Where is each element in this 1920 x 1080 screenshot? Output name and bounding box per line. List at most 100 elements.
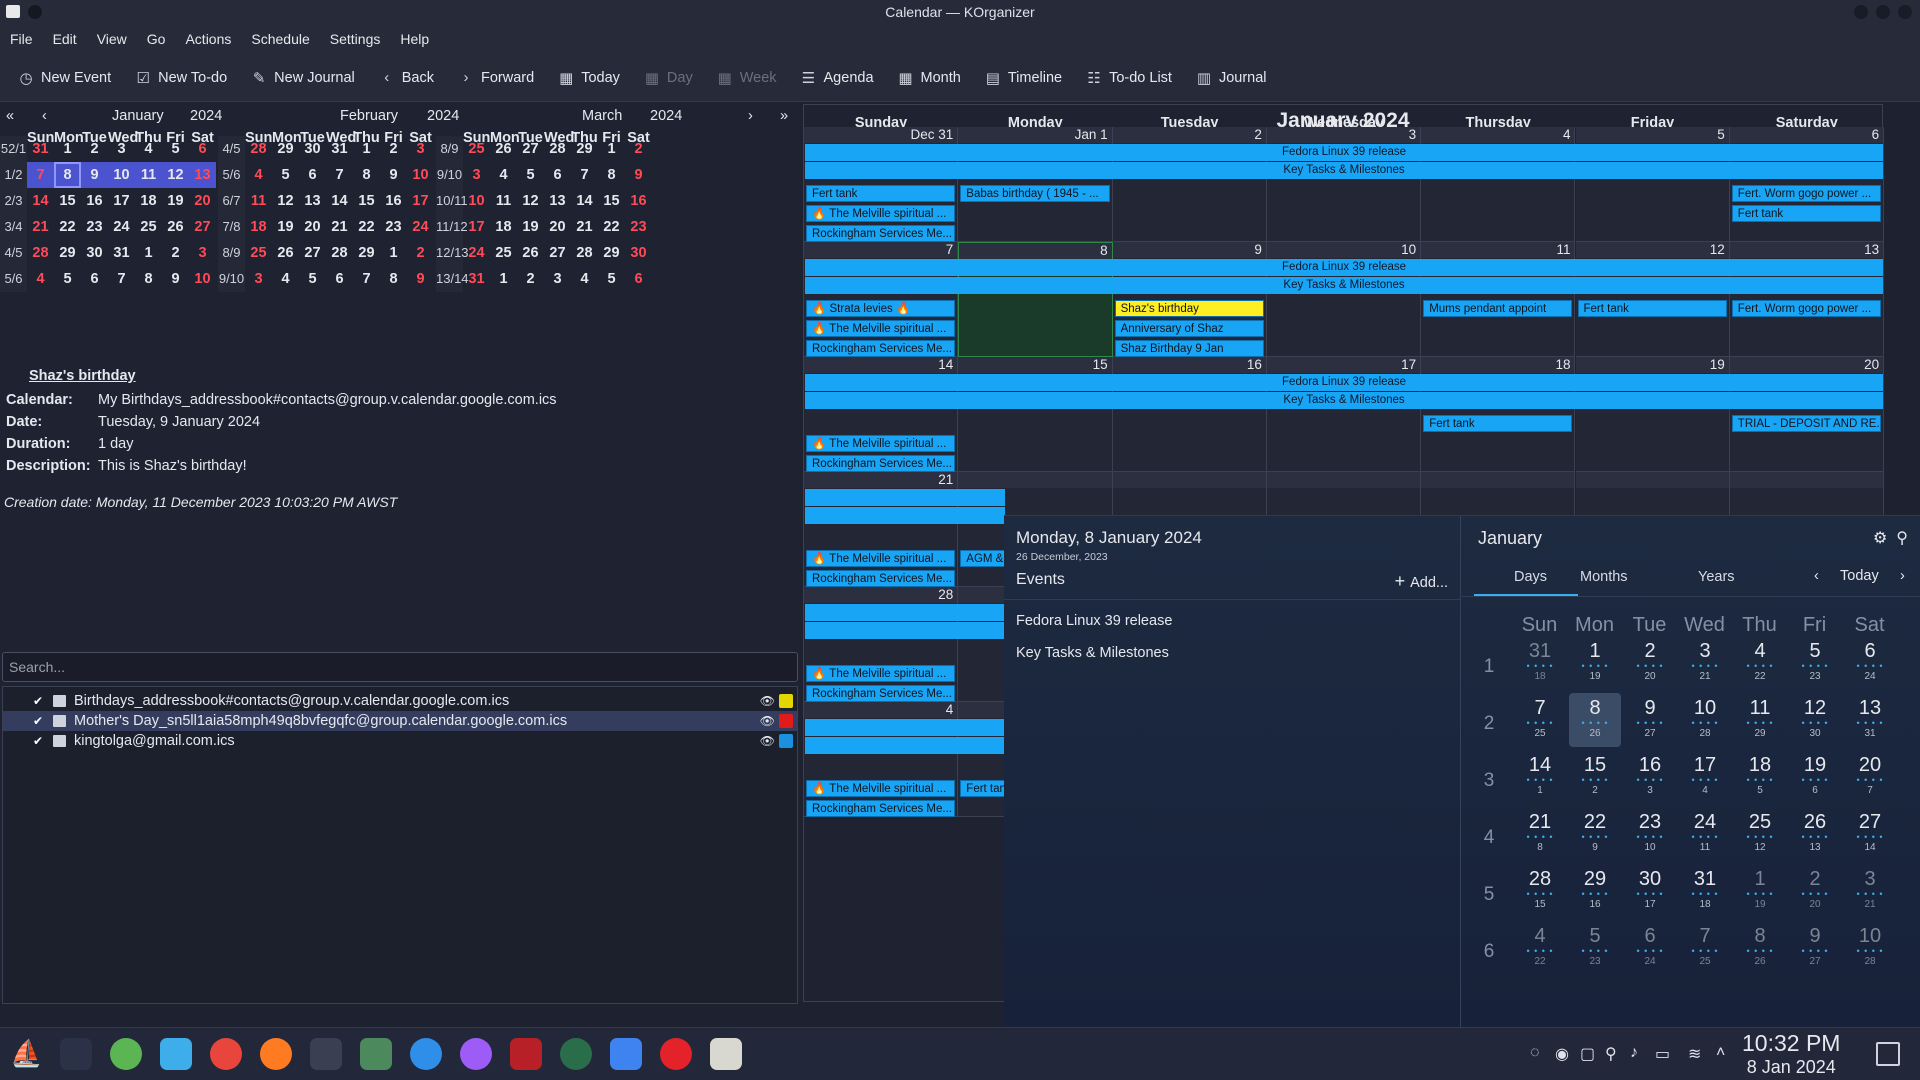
menu-actions[interactable]: Actions: [185, 31, 231, 47]
mini-day[interactable]: 20: [189, 188, 216, 214]
all-day-event-bar[interactable]: Fedora Linux 39 release: [805, 259, 1884, 276]
mini-day[interactable]: 29: [571, 136, 598, 162]
popup-day[interactable]: 24 • • • • 11: [1679, 807, 1731, 861]
check-icon[interactable]: ✔: [33, 695, 45, 707]
popup-day[interactable]: 10 • • • • 28: [1844, 921, 1896, 975]
mini-day[interactable]: 13: [299, 188, 326, 214]
window-menu-button[interactable]: [28, 5, 42, 19]
chevron-left-icon[interactable]: ‹: [1814, 568, 1819, 584]
mini-day[interactable]: 19: [162, 188, 189, 214]
mini-day[interactable]: 4: [135, 136, 162, 162]
mini-day[interactable]: 18: [490, 214, 517, 240]
menu-go[interactable]: Go: [147, 31, 166, 47]
mini-day[interactable]: 15: [598, 188, 625, 214]
mini-day[interactable]: 9: [625, 162, 652, 188]
mini-day[interactable]: 22: [598, 214, 625, 240]
eye-icon[interactable]: 👁: [760, 694, 775, 708]
mini-day[interactable]: 11: [135, 162, 162, 188]
mini-day[interactable]: 15: [54, 188, 81, 214]
mini-day[interactable]: 8: [54, 162, 81, 188]
mini-day[interactable]: 29: [54, 240, 81, 266]
mini-day[interactable]: 10: [407, 162, 434, 188]
popup-day[interactable]: 6 • • • • 24: [1624, 921, 1676, 975]
mini-day[interactable]: 11: [245, 188, 272, 214]
mini-day[interactable]: 7: [353, 266, 380, 292]
event-item[interactable]: TRIAL - DEPOSIT AND RE...: [1731, 415, 1882, 432]
popup-day[interactable]: 5 • • • • 23: [1569, 921, 1621, 975]
color-swatch[interactable]: [779, 694, 793, 708]
files-app-icon[interactable]: [160, 1038, 192, 1070]
image-app-icon[interactable]: [360, 1038, 392, 1070]
show-desktop-icon[interactable]: [1876, 1042, 1900, 1066]
popup-day[interactable]: 17 • • • • 4: [1679, 750, 1731, 804]
clipboard-icon[interactable]: ▢: [1580, 1044, 1595, 1064]
mini-day[interactable]: 2: [162, 240, 189, 266]
all-day-event-bar[interactable]: [805, 737, 1005, 754]
event-item[interactable]: Rockingham Services Me...: [806, 570, 956, 587]
all-day-event-bar[interactable]: [805, 622, 1005, 639]
mini-day[interactable]: 28: [544, 136, 571, 162]
mini-day[interactable]: 6: [625, 266, 652, 292]
mini-day[interactable]: 28: [245, 136, 272, 162]
mini-week-number[interactable]: 52/1: [0, 136, 27, 162]
popup-day[interactable]: 27 • • • • 14: [1844, 807, 1896, 861]
forward-button[interactable]: › Forward: [458, 69, 535, 86]
mini-day[interactable]: 11: [490, 188, 517, 214]
mini-day[interactable]: 13: [544, 188, 571, 214]
mini-day[interactable]: 23: [380, 214, 407, 240]
popup-day[interactable]: 13 • • • • 31: [1844, 693, 1896, 747]
event-item[interactable]: Fert tank: [1577, 300, 1727, 317]
mini-day[interactable]: 19: [517, 214, 544, 240]
korganizer-icon[interactable]: [710, 1038, 742, 1070]
mini-week-number[interactable]: 13/14: [436, 266, 469, 292]
mini-week-number[interactable]: 8/9: [436, 136, 463, 162]
popup-day[interactable]: 5 • • • • 23: [1789, 636, 1841, 690]
popup-day[interactable]: 4 • • • • 22: [1734, 636, 1786, 690]
day-number[interactable]: 14: [938, 357, 953, 372]
popup-day[interactable]: 30 • • • • 17: [1624, 864, 1676, 918]
browser-app-icon[interactable]: [410, 1038, 442, 1070]
all-day-event-bar[interactable]: Key Tasks & Milestones: [805, 162, 1884, 179]
event-item[interactable]: Rockingham Services Me...: [806, 685, 956, 702]
popup-day[interactable]: 19 • • • • 6: [1789, 750, 1841, 804]
mini-day[interactable]: 21: [326, 214, 353, 240]
event-item[interactable]: Fert tank: [806, 185, 956, 202]
mini-day[interactable]: 28: [571, 240, 598, 266]
mini-day[interactable]: 16: [81, 188, 108, 214]
mini-day[interactable]: 4: [245, 162, 272, 188]
mini-day[interactable]: 6: [326, 266, 353, 292]
notes-icon[interactable]: ◌: [1530, 1044, 1540, 1062]
mini-day[interactable]: 23: [625, 214, 652, 240]
mini-day[interactable]: 1: [490, 266, 517, 292]
mini-day[interactable]: 31: [27, 136, 54, 162]
mini-day[interactable]: 2: [517, 266, 544, 292]
menu-schedule[interactable]: Schedule: [251, 31, 309, 47]
mini-day[interactable]: 13: [189, 162, 216, 188]
popup-day[interactable]: 29 • • • • 16: [1569, 864, 1621, 918]
mini-day[interactable]: 28: [27, 240, 54, 266]
popup-event-item[interactable]: Key Tasks & Milestones: [1016, 645, 1169, 661]
mini-day[interactable]: 3: [189, 240, 216, 266]
mini-day[interactable]: 15: [353, 188, 380, 214]
mini-day[interactable]: 29: [598, 240, 625, 266]
mini-day[interactable]: 8: [353, 162, 380, 188]
event-item[interactable]: 🔥 Strata levies 🔥: [806, 300, 956, 317]
mini-day[interactable]: 1: [598, 136, 625, 162]
mini-day[interactable]: 16: [380, 188, 407, 214]
mini-day[interactable]: 1: [380, 240, 407, 266]
day-number[interactable]: 11: [1556, 242, 1570, 257]
popup-day[interactable]: 9 • • • • 27: [1624, 693, 1676, 747]
mini-day[interactable]: 30: [625, 240, 652, 266]
gear-icon[interactable]: ⚙: [1873, 530, 1887, 547]
color-swatch[interactable]: [779, 714, 793, 728]
all-day-event-bar[interactable]: Fedora Linux 39 release: [805, 374, 1884, 391]
location-icon[interactable]: ⚲: [1605, 1044, 1617, 1064]
event-item[interactable]: Fert. Worm gogo power ...: [1731, 300, 1882, 317]
popup-day[interactable]: 1 • • • • 19: [1569, 636, 1621, 690]
calendar-search-input[interactable]: Search...: [2, 652, 798, 682]
maximize-button[interactable]: [1876, 5, 1890, 19]
popup-event-item[interactable]: Fedora Linux 39 release: [1016, 613, 1172, 629]
chevron-right-icon[interactable]: ›: [1900, 568, 1905, 584]
day-number[interactable]: 16: [1247, 357, 1262, 372]
day-number[interactable]: 12: [1710, 242, 1725, 257]
